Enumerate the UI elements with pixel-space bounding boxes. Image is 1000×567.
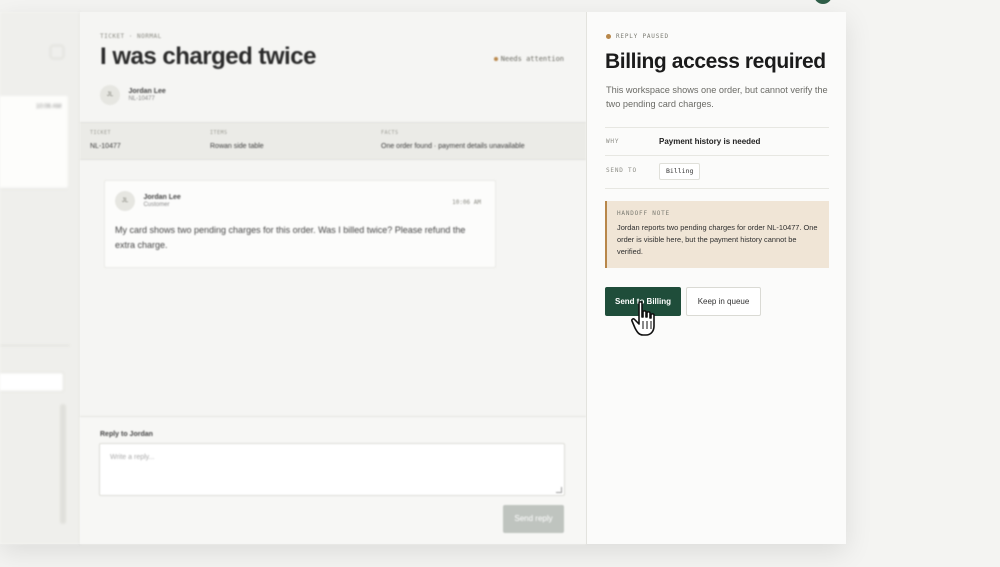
handoff-note-label: HANDOFF NOTE — [617, 210, 670, 217]
reply-placeholder: Write a reply... — [110, 454, 155, 461]
filter-icon[interactable] — [50, 45, 64, 59]
queue-card-active[interactable]: 10:06 AM — [0, 96, 68, 188]
send-to-chip: Billing — [659, 163, 701, 180]
status-badge-label: Needs attention — [500, 55, 564, 63]
reply-label: Reply to Jordan — [100, 431, 153, 438]
send-to-label: SEND TO — [606, 167, 637, 174]
status-dot-icon — [493, 57, 498, 61]
queue-card-time: 10:06 AM — [36, 104, 62, 110]
message-author: Jordan Lee — [143, 194, 181, 201]
customer-id: NL-10477 — [128, 96, 155, 102]
ticket-id-label: TICKET · NORMAL — [100, 33, 162, 40]
user-avatar[interactable] — [814, 0, 832, 4]
hand-cursor-icon — [631, 301, 655, 336]
customer-name: Jordan Lee — [128, 88, 166, 95]
info-value: One order found · payment details unavai… — [381, 143, 525, 150]
queue-scrollbar[interactable] — [60, 404, 66, 524]
divider — [0, 345, 70, 346]
why-value: Payment history is needed — [659, 137, 761, 146]
keep-in-queue-button[interactable]: Keep in queue — [686, 287, 761, 316]
queue-search-input[interactable] — [0, 372, 64, 392]
panel-title: Billing access required — [605, 50, 826, 73]
resize-handle-icon[interactable] — [556, 487, 562, 493]
ticket-column: TICKET · NORMAL I was charged twice Need… — [80, 12, 586, 544]
divider — [605, 155, 829, 156]
customer-header: JL Jordan Lee NL-10477 — [100, 85, 166, 105]
info-value: NL-10477 — [90, 143, 121, 150]
why-label: WHY — [606, 138, 620, 145]
reply-paused-status: REPLY PAUSED — [606, 33, 669, 40]
reply-textarea[interactable]: Write a reply... — [99, 443, 565, 496]
message-time: 10:06 AM — [452, 199, 481, 206]
status-badge: Needs attention — [493, 55, 564, 63]
avatar: JL — [115, 191, 135, 211]
info-label: FACTS — [381, 130, 399, 136]
divider — [605, 188, 829, 189]
message-role: Customer — [143, 202, 170, 208]
avatar: JL — [100, 85, 120, 105]
info-label: TICKET — [90, 130, 112, 136]
info-label: ITEMS — [210, 130, 228, 136]
queue-column: 10:06 AM — [0, 12, 80, 544]
status-dot-icon — [606, 34, 611, 39]
customer-message: JL Jordan Lee Customer 10:06 AM My card … — [104, 180, 496, 268]
panel-description: This workspace shows one order, but cann… — [606, 85, 828, 109]
reply-paused-label: REPLY PAUSED — [616, 33, 669, 40]
message-body: My card shows two pending charges for th… — [115, 225, 466, 250]
handoff-note: HANDOFF NOTE Jordan reports two pending … — [605, 201, 829, 268]
handoff-note-text: Jordan reports two pending charges for o… — [617, 223, 818, 256]
divider — [605, 127, 829, 128]
ticket-title: I was charged twice — [100, 43, 316, 70]
info-value: Rowan side table — [210, 143, 264, 150]
billing-handoff-panel: REPLY PAUSED Billing access required Thi… — [586, 12, 846, 544]
reply-composer: Reply to Jordan Write a reply... Send re… — [80, 416, 586, 544]
info-cell-items: ITEMS Rowan side table — [210, 130, 264, 150]
ticket-info-strip: TICKET NL-10477 ITEMS Rowan side table F… — [80, 122, 586, 160]
info-cell-ticket: TICKET NL-10477 — [90, 130, 121, 150]
message-header: JL Jordan Lee Customer — [115, 191, 181, 211]
info-cell-facts: FACTS One order found · payment details … — [381, 130, 525, 150]
send-reply-button[interactable]: Send reply — [503, 505, 564, 533]
